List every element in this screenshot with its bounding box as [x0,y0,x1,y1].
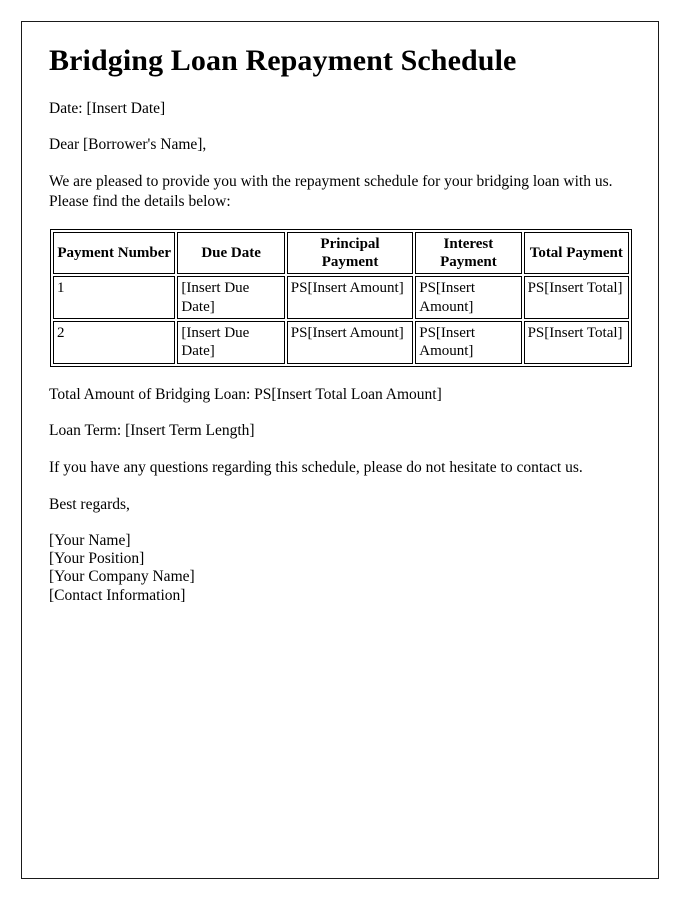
signature-company: [Your Company Name] [49,568,195,586]
cell-total-payment: PS[Insert Total] [523,321,629,364]
column-header-due-date: Due Date [177,231,285,275]
document-body: Bridging Loan Repayment Schedule Date: [… [49,44,640,605]
signature-contact: [Contact Information] [49,586,186,604]
column-header-payment-number: Payment Number [53,231,176,275]
intro-paragraph: We are pleased to provide you with the r… [49,173,613,210]
cell-total-payment: PS[Insert Total] [523,276,629,319]
loan-term-line: Loan Term: [Insert Term Length] [49,422,255,440]
page-title: Bridging Loan Repayment Schedule [49,44,517,77]
repayment-schedule-table: Payment Number Due Date Principal Paymen… [50,228,632,367]
cell-due-date: [Insert Due Date] [177,276,285,319]
cell-payment-number: 1 [53,276,176,319]
signature-block: [Your Name] [Your Position] [Your Compan… [49,532,640,605]
salutation-line: Dear [Borrower's Name], [49,136,207,154]
questions-paragraph: If you have any questions regarding this… [49,459,583,477]
cell-principal-payment: PS[Insert Amount] [286,321,414,364]
cell-interest-payment: PS[Insert Amount] [415,276,522,319]
date-line: Date: [Insert Date] [49,99,166,117]
table-header-row: Payment Number Due Date Principal Paymen… [53,231,629,275]
table-row: 2 [Insert Due Date] PS[Insert Amount] PS… [53,321,629,364]
document-page: Bridging Loan Repayment Schedule Date: [… [21,21,659,879]
cell-due-date: [Insert Due Date] [177,321,285,364]
column-header-interest-payment: Interest Payment [415,231,522,275]
table-body: 1 [Insert Due Date] PS[Insert Amount] PS… [53,276,629,364]
signature-position: [Your Position] [49,550,145,568]
table-header: Payment Number Due Date Principal Paymen… [53,231,629,275]
table-row: 1 [Insert Due Date] PS[Insert Amount] PS… [53,276,629,319]
closing-line: Best regards, [49,496,130,514]
cell-interest-payment: PS[Insert Amount] [415,321,522,364]
column-header-total-payment: Total Payment [523,231,629,275]
repayment-schedule-table-container: Payment Number Due Date Principal Paymen… [49,228,640,367]
cell-principal-payment: PS[Insert Amount] [286,276,414,319]
column-header-principal-payment: Principal Payment [286,231,414,275]
signature-name: [Your Name] [49,531,131,549]
total-loan-amount-line: Total Amount of Bridging Loan: PS[Insert… [49,385,442,403]
cell-payment-number: 2 [53,321,176,364]
